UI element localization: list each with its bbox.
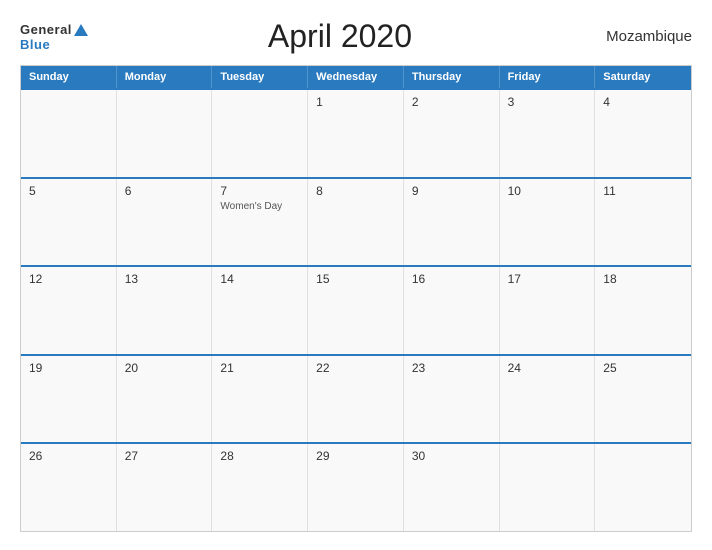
day-number: 18 [603, 272, 683, 286]
day-number: 20 [125, 361, 204, 375]
header-monday: Monday [117, 66, 213, 88]
day-number: 8 [316, 184, 395, 198]
day-number: 9 [412, 184, 491, 198]
cell-w3-d1: 12 [21, 267, 117, 354]
day-event: Women's Day [220, 200, 299, 213]
cell-w1-d4: 1 [308, 90, 404, 177]
calendar-body: 1234567Women's Day8910111213141516171819… [21, 88, 691, 531]
cell-w4-d4: 22 [308, 356, 404, 443]
day-number: 21 [220, 361, 299, 375]
cell-w4-d2: 20 [117, 356, 213, 443]
page: General Blue April 2020 Mozambique Sunda… [0, 0, 712, 550]
day-number: 12 [29, 272, 108, 286]
cell-w1-d3 [212, 90, 308, 177]
cell-w5-d1: 26 [21, 444, 117, 531]
day-number: 30 [412, 449, 491, 463]
cell-w2-d7: 11 [595, 179, 691, 266]
header-saturday: Saturday [595, 66, 691, 88]
cell-w1-d5: 2 [404, 90, 500, 177]
day-number: 10 [508, 184, 587, 198]
week-5: 26 27 28 29 30 [21, 442, 691, 531]
day-number: 6 [125, 184, 204, 198]
cell-w3-d6: 17 [500, 267, 596, 354]
cell-w3-d2: 13 [117, 267, 213, 354]
cell-w1-d2 [117, 90, 213, 177]
day-number: 17 [508, 272, 587, 286]
cell-w3-d4: 15 [308, 267, 404, 354]
calendar: Sunday Monday Tuesday Wednesday Thursday… [20, 65, 692, 532]
logo-blue-text: Blue [20, 38, 50, 51]
day-number: 26 [29, 449, 108, 463]
week-3: 12 13 14 15 16 17 18 [21, 265, 691, 354]
day-number: 23 [412, 361, 491, 375]
calendar-header: Sunday Monday Tuesday Wednesday Thursday… [21, 66, 691, 88]
cell-w2-d6: 10 [500, 179, 596, 266]
header-wednesday: Wednesday [308, 66, 404, 88]
cell-w2-d2: 6 [117, 179, 213, 266]
day-number: 11 [603, 184, 683, 198]
day-number: 14 [220, 272, 299, 286]
cell-w2-d1: 5 [21, 179, 117, 266]
cell-w2-d5: 9 [404, 179, 500, 266]
day-number: 1 [316, 95, 395, 109]
day-number: 24 [508, 361, 587, 375]
logo: General Blue [20, 22, 88, 51]
header-tuesday: Tuesday [212, 66, 308, 88]
cell-w4-d6: 24 [500, 356, 596, 443]
week-1: 1 2 3 4 [21, 88, 691, 177]
day-number: 13 [125, 272, 204, 286]
day-number: 7 [220, 184, 299, 198]
cell-w5-d6 [500, 444, 596, 531]
header: General Blue April 2020 Mozambique [20, 18, 692, 55]
day-number: 15 [316, 272, 395, 286]
day-number: 29 [316, 449, 395, 463]
day-number: 3 [508, 95, 587, 109]
cell-w2-d4: 8 [308, 179, 404, 266]
cell-w3-d3: 14 [212, 267, 308, 354]
cell-w1-d1 [21, 90, 117, 177]
cell-w2-d3: 7 Women's Day [212, 179, 308, 266]
cell-w3-d5: 16 [404, 267, 500, 354]
cell-w4-d5: 23 [404, 356, 500, 443]
day-number: 27 [125, 449, 204, 463]
day-number: 16 [412, 272, 491, 286]
header-friday: Friday [500, 66, 596, 88]
week-4: 19 20 21 22 23 24 25 [21, 354, 691, 443]
day-number: 19 [29, 361, 108, 375]
cell-w4-d7: 25 [595, 356, 691, 443]
cell-w1-d6: 3 [500, 90, 596, 177]
header-thursday: Thursday [404, 66, 500, 88]
week-2: 5 6 7 Women's Day 8 9 10 11 [21, 177, 691, 266]
cell-w1-d7: 4 [595, 90, 691, 177]
logo-general-text: General [20, 22, 72, 37]
logo-top-row: General [20, 22, 88, 38]
calendar-title: April 2020 [88, 18, 592, 55]
cell-w4-d3: 21 [212, 356, 308, 443]
logo-triangle-icon [74, 24, 88, 36]
day-number: 2 [412, 95, 491, 109]
cell-w3-d7: 18 [595, 267, 691, 354]
day-number: 22 [316, 361, 395, 375]
country-label: Mozambique [592, 28, 692, 45]
cell-w5-d2: 27 [117, 444, 213, 531]
cell-w5-d5: 30 [404, 444, 500, 531]
header-sunday: Sunday [21, 66, 117, 88]
day-number: 5 [29, 184, 108, 198]
day-number: 4 [603, 95, 683, 109]
day-number: 28 [220, 449, 299, 463]
cell-w5-d4: 29 [308, 444, 404, 531]
cell-w5-d3: 28 [212, 444, 308, 531]
day-number: 25 [603, 361, 683, 375]
cell-w5-d7 [595, 444, 691, 531]
cell-w4-d1: 19 [21, 356, 117, 443]
